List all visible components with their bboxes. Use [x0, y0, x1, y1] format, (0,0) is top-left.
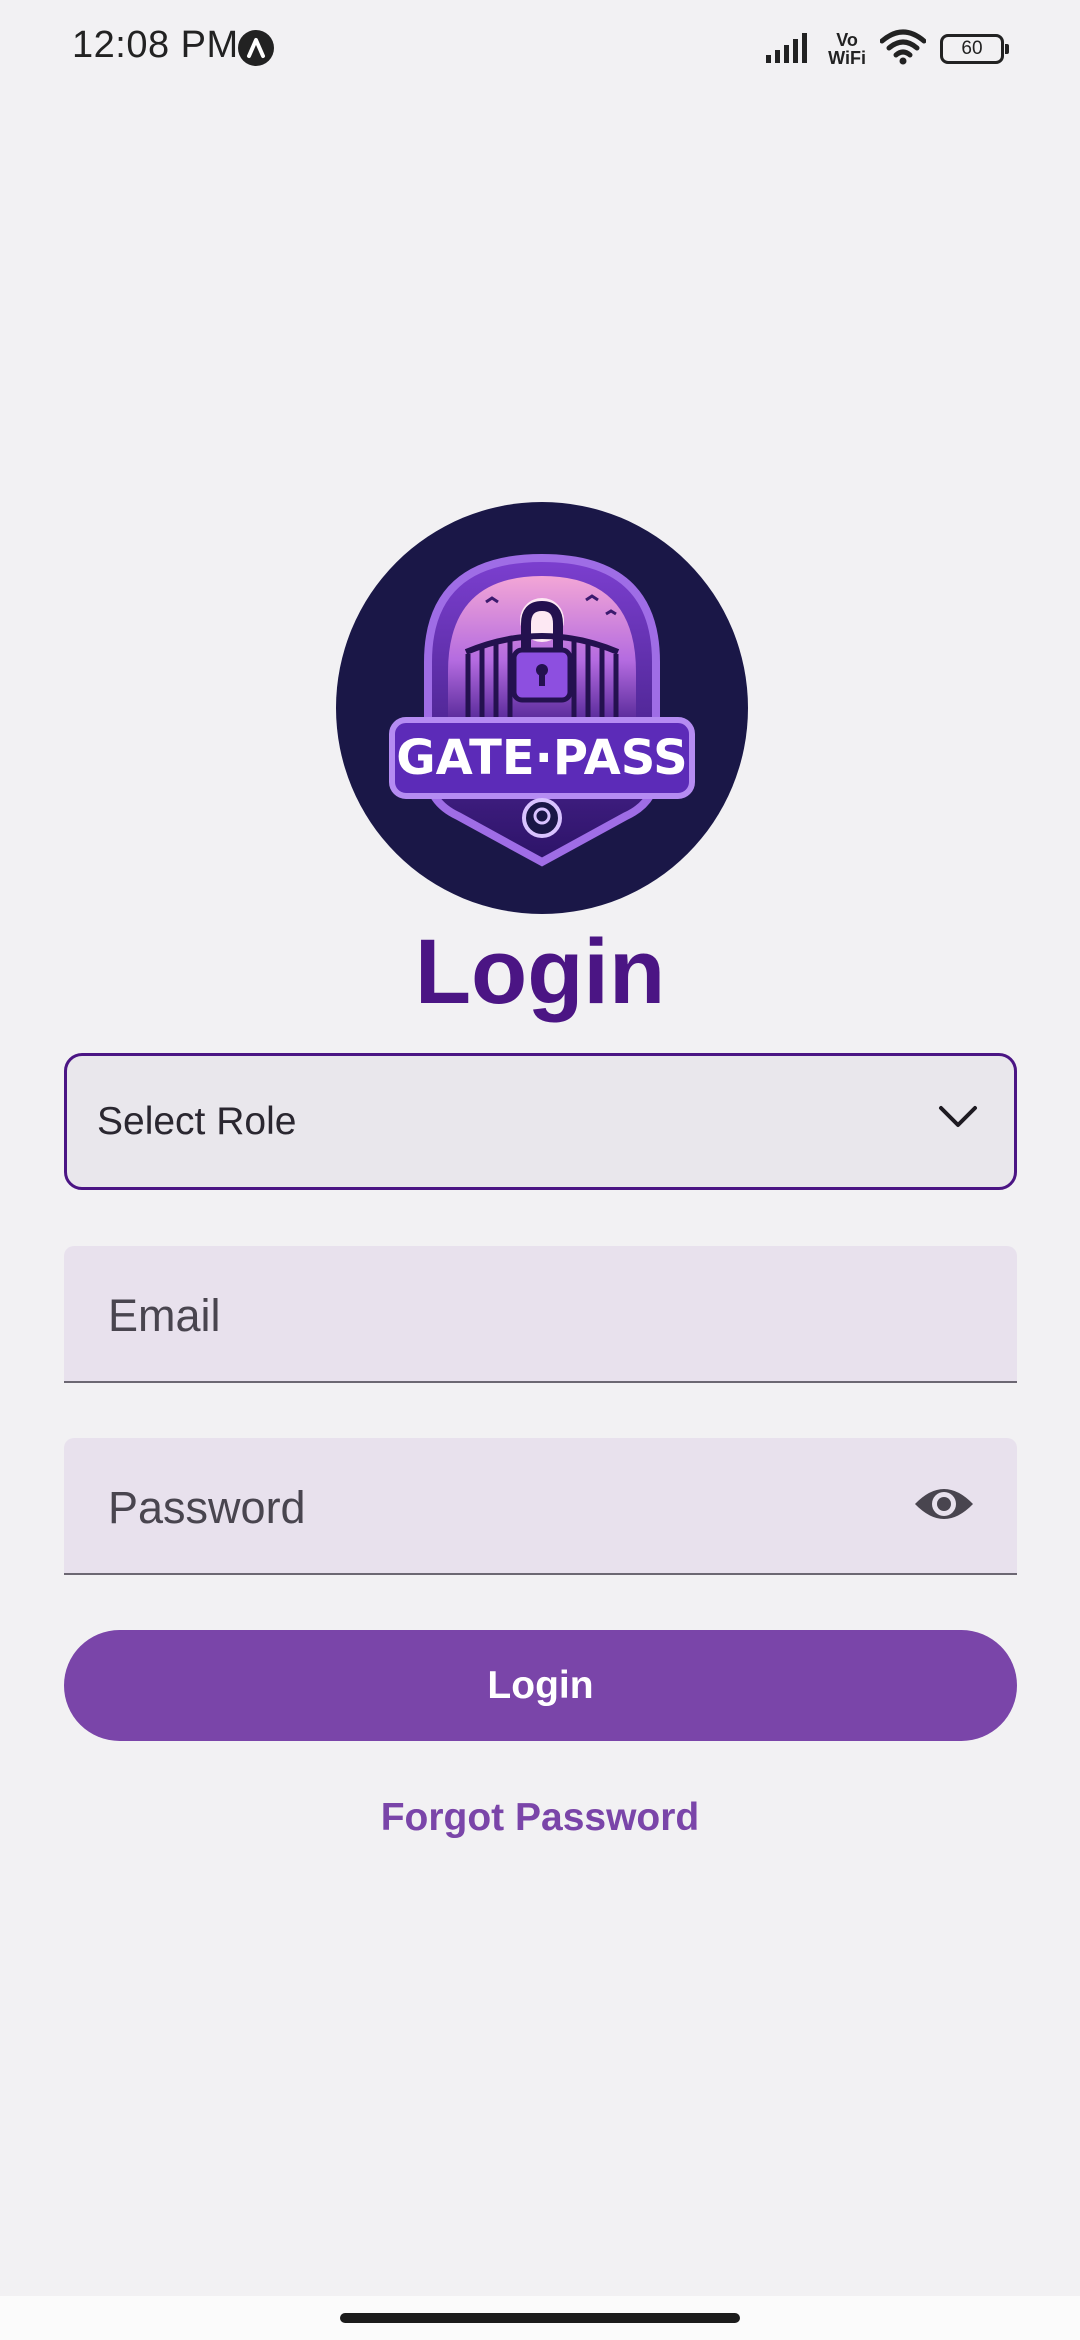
vowifi-label: Vo WiFi [828, 31, 866, 67]
signal-icon [766, 31, 814, 68]
notification-a-icon [238, 30, 274, 66]
role-select-value: Select Role [97, 1099, 297, 1143]
eye-icon[interactable] [913, 1482, 975, 1531]
forgot-password-link[interactable]: Forgot Password [0, 1796, 1080, 1840]
logo-text: GATE·PASS [396, 730, 688, 786]
battery-icon: 60 [940, 34, 1009, 64]
gate-pass-logo: GATE·PASS [336, 502, 748, 914]
vowifi-line-2: WiFi [828, 48, 866, 68]
status-time: 12:08 PM [72, 24, 239, 66]
page-title: Login [414, 921, 666, 1023]
vowifi-line-1: Vo [836, 30, 858, 50]
password-field[interactable]: Password [64, 1438, 1017, 1575]
email-placeholder: Email [108, 1290, 221, 1341]
email-field[interactable]: Email [64, 1246, 1017, 1383]
wifi-icon [879, 29, 927, 70]
login-button[interactable]: Login [64, 1630, 1017, 1741]
status-icons: Vo WiFi 60 [766, 26, 1009, 72]
chevron-down-icon [938, 1104, 978, 1135]
password-placeholder: Password [108, 1482, 306, 1533]
role-select[interactable]: Select Role [64, 1053, 1017, 1190]
home-indicator[interactable] [340, 2313, 740, 2323]
status-bar: 12:08 PM Vo WiFi 60 [0, 0, 1080, 100]
